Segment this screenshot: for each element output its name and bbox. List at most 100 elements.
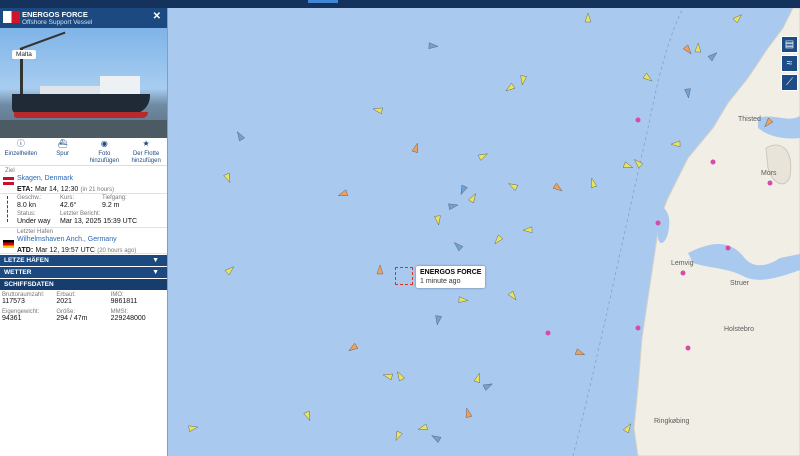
- vessel-marker[interactable]: [223, 172, 233, 184]
- vessel-marker[interactable]: [477, 151, 489, 161]
- map-canvas[interactable]: [168, 8, 800, 456]
- vessel-marker[interactable]: [372, 106, 383, 115]
- deadweight-value: 94361: [2, 315, 22, 322]
- vessel-marker[interactable]: [622, 422, 633, 434]
- vessel-marker[interactable]: [434, 315, 442, 326]
- vessel-header: ENERGOS FORCE Offshore Support Vessel ✕: [0, 8, 167, 28]
- close-icon[interactable]: ✕: [153, 11, 161, 22]
- ship-data-bar[interactable]: SCHIFFSDATEN: [0, 279, 167, 290]
- vessel-marker[interactable]: [382, 372, 393, 381]
- vessel-marker[interactable]: [458, 184, 468, 196]
- atd-line: ATD: Mar 12, 19:57 UTC (20 hours ago): [17, 247, 137, 254]
- hull-waterline-shape: [14, 112, 148, 118]
- details-button[interactable]: ⓘ Einzelheiten: [0, 138, 42, 165]
- map-layers-icon[interactable]: ▤: [781, 36, 798, 53]
- vessel-marker[interactable]: [632, 157, 644, 169]
- vessel-marker[interactable]: [188, 424, 199, 432]
- vessel-marker[interactable]: [467, 192, 478, 204]
- vessel-marker[interactable]: [464, 407, 473, 418]
- vessel-marker[interactable]: [584, 12, 592, 23]
- vessel-marker[interactable]: [707, 50, 719, 62]
- vessel-marker[interactable]: [522, 226, 533, 234]
- quay-shape: [0, 120, 167, 138]
- size-value: 294 / 47m: [56, 315, 88, 322]
- vessel-marker[interactable]: [303, 410, 313, 422]
- vessel-marker[interactable]: [395, 370, 405, 382]
- place-label: Mors: [761, 170, 777, 177]
- info-icon: ⓘ: [16, 139, 25, 148]
- recent-ports-bar[interactable]: LETZE HÄFEN ▼: [0, 255, 167, 266]
- vessel-marker[interactable]: [452, 240, 464, 252]
- active-tab-indicator[interactable]: [308, 0, 338, 3]
- vessel-marker[interactable]: [434, 215, 442, 226]
- vessel-marker[interactable]: [684, 88, 692, 99]
- imo-value: 9861811: [110, 298, 138, 305]
- place-label: Ringkøbing: [654, 418, 690, 425]
- place-label: Lemvig: [671, 260, 694, 267]
- moored-vessel-marker[interactable]: [725, 245, 731, 251]
- vessel-photo[interactable]: Malta: [0, 28, 167, 138]
- add-photo-button[interactable]: ◉ Foto hinzufügen: [84, 138, 126, 165]
- vessel-marker[interactable]: [337, 189, 349, 199]
- vessel-marker[interactable]: [507, 290, 518, 302]
- vessel-marker[interactable]: [504, 82, 516, 93]
- selected-vessel-marker[interactable]: [395, 267, 413, 285]
- vessel-marker[interactable]: [482, 381, 494, 391]
- vessel-marker[interactable]: [448, 202, 459, 211]
- measure-tool-icon[interactable]: ⟋: [781, 74, 798, 91]
- last-port-name[interactable]: Wilhelmshaven Anch., Germany: [17, 236, 117, 243]
- destination-port[interactable]: Skagen, Denmark: [17, 175, 73, 182]
- vessel-marker[interactable]: [473, 372, 482, 383]
- destination-label: Ziel: [5, 168, 15, 174]
- moored-vessel-marker[interactable]: [545, 330, 551, 336]
- moored-vessel-marker[interactable]: [635, 117, 641, 123]
- vessel-marker[interactable]: [670, 140, 681, 148]
- popup-vessel-name: ENERGOS FORCE: [420, 269, 482, 276]
- vessel-marker[interactable]: [458, 296, 469, 304]
- vessel-popup[interactable]: ENERGOS FORCE 1 minute ago: [416, 266, 486, 288]
- weather-layer-icon[interactable]: ≈: [781, 55, 798, 72]
- weather-bar[interactable]: WETTER ▼: [0, 267, 167, 278]
- course-value: 42.6°: [60, 202, 77, 209]
- moored-vessel-marker[interactable]: [710, 159, 716, 165]
- crane-jib-shape: [19, 31, 66, 50]
- moored-vessel-marker[interactable]: [635, 325, 641, 331]
- vessel-marker[interactable]: [552, 182, 564, 193]
- vessel-marker[interactable]: [411, 142, 420, 153]
- hull-shape: [12, 94, 150, 114]
- vessel-marker[interactable]: [642, 72, 654, 83]
- moored-vessel-marker[interactable]: [685, 345, 691, 351]
- chevron-down-icon: ▼: [152, 269, 159, 276]
- vessel-marker[interactable]: [682, 44, 693, 56]
- vessel-marker[interactable]: [417, 423, 429, 432]
- moored-vessel-marker[interactable]: [680, 270, 686, 276]
- track-button[interactable]: ⛴ Spur: [42, 138, 84, 165]
- moored-vessel-marker[interactable]: [655, 220, 661, 226]
- route-line: [7, 196, 8, 222]
- moored-vessel-marker[interactable]: [767, 180, 773, 186]
- vessel-marker[interactable]: [347, 342, 359, 353]
- vessel-marker[interactable]: [694, 42, 702, 53]
- vessel-marker[interactable]: [519, 75, 527, 86]
- map-view[interactable]: Thisted Mors Lemvig Struer Holstebro Rin…: [168, 8, 800, 456]
- speed-value: 8.0 kn: [17, 202, 37, 209]
- popup-last-seen: 1 minute ago: [420, 278, 461, 285]
- vessel-marker[interactable]: [507, 181, 519, 191]
- add-to-fleet-button[interactable]: ★ Der Flotte hinzufügen: [125, 138, 167, 165]
- voyage-status-section: Geschw.: 8.0 kn Kurs: 42.6° Tiefgang: 9.…: [0, 194, 167, 228]
- vessel-marker[interactable]: [622, 161, 634, 171]
- vessel-marker[interactable]: [376, 264, 384, 275]
- vessel-marker[interactable]: [589, 177, 598, 188]
- place-label: Thisted: [738, 116, 761, 123]
- vessel-marker[interactable]: [428, 42, 439, 50]
- vessel-marker[interactable]: [492, 234, 504, 246]
- vessel-marker[interactable]: [430, 433, 442, 443]
- last-report-value: Mar 13, 2025 15:39 UTC: [60, 218, 138, 225]
- vessel-marker[interactable]: [235, 130, 245, 142]
- germany-flag-icon: [3, 240, 14, 248]
- vessel-marker[interactable]: [732, 12, 744, 24]
- vessel-marker[interactable]: [574, 348, 586, 358]
- vessel-marker[interactable]: [224, 264, 236, 276]
- vessel-marker[interactable]: [393, 430, 403, 442]
- malta-flag-icon: [3, 11, 20, 23]
